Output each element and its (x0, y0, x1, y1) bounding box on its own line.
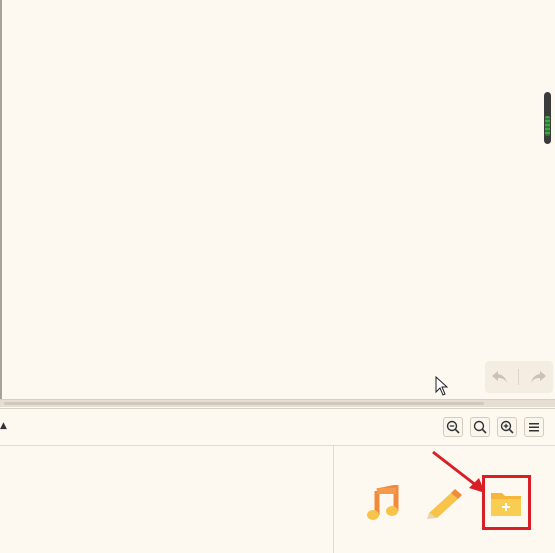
undo-redo-group (485, 361, 553, 393)
redo-icon (530, 371, 546, 383)
editor-canvas[interactable] (0, 0, 555, 400)
zoom-in-icon (500, 420, 514, 434)
music-icon (367, 485, 399, 520)
annotation-arrow-icon (432, 450, 485, 493)
music-tool-button[interactable] (364, 484, 402, 522)
zoom-reset-icon (473, 420, 487, 434)
divider (518, 369, 520, 385)
zoom-out-icon (446, 420, 460, 434)
vertical-scrollbar[interactable] (544, 92, 551, 144)
caret-up-icon[interactable]: ▲ (0, 421, 7, 431)
hamburger-menu-icon (529, 423, 539, 432)
scrollbar-thumb[interactable] (4, 402, 484, 405)
horizontal-scrollbar[interactable] (0, 399, 555, 407)
zoom-in-button[interactable] (497, 417, 517, 437)
redo-button[interactable] (526, 365, 550, 389)
scrollbar-grip[interactable] (545, 116, 550, 136)
menu-button[interactable] (524, 417, 544, 437)
undo-icon (492, 371, 508, 383)
undo-button[interactable] (488, 365, 512, 389)
zoom-toolbar: ▲ (0, 408, 555, 446)
mouse-pointer-icon (435, 376, 449, 396)
zoom-out-button[interactable] (443, 417, 463, 437)
content-panel (0, 446, 334, 553)
zoom-reset-button[interactable] (470, 417, 490, 437)
